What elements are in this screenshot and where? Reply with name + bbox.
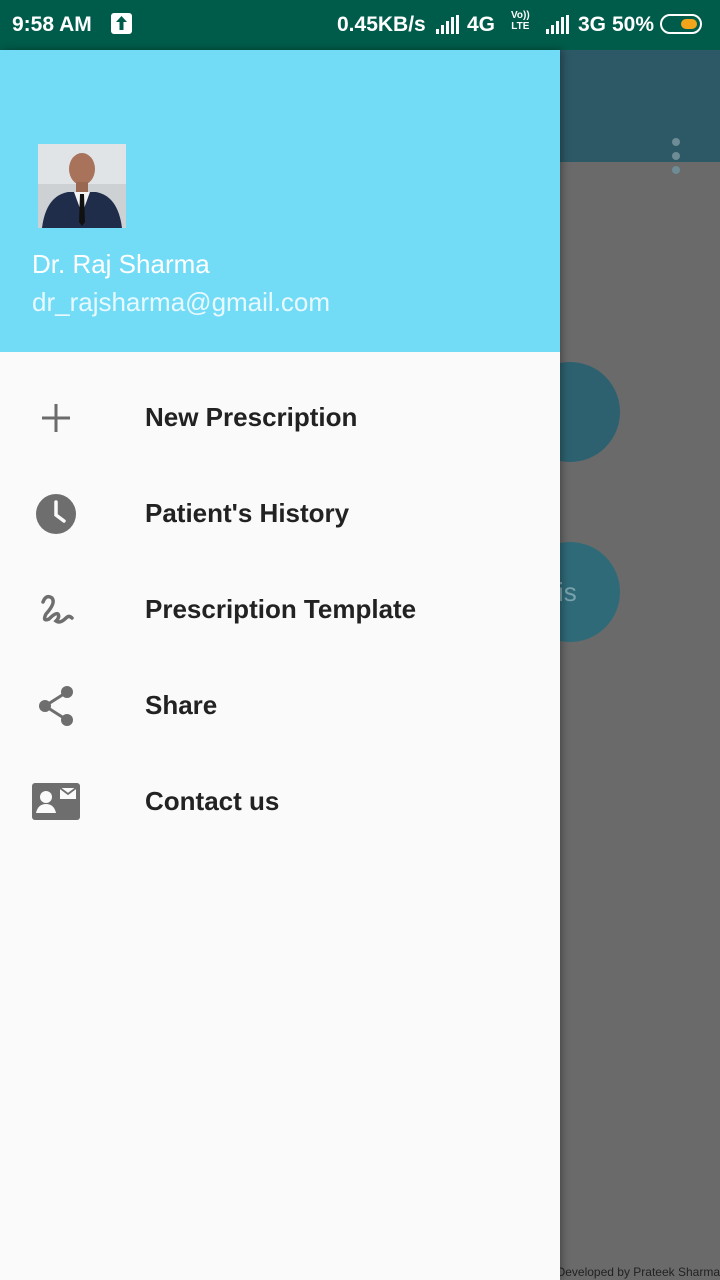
drawer-header: Dr. Raj Sharma dr_rajsharma@gmail.com bbox=[0, 50, 560, 352]
status-time: 9:58 AM bbox=[12, 13, 92, 36]
menu-item-contact-us[interactable]: Contact us bbox=[0, 754, 560, 850]
navigation-drawer: Dr. Raj Sharma dr_rajsharma@gmail.com Ne… bbox=[0, 50, 560, 1280]
drawer-menu: New Prescription Patient's History Presc… bbox=[0, 370, 560, 850]
volte-icon: Vo)) LTE bbox=[511, 10, 530, 32]
menu-item-label: Contact us bbox=[145, 786, 280, 816]
signal-icon bbox=[546, 15, 569, 34]
plus-icon bbox=[32, 394, 80, 442]
avatar[interactable] bbox=[38, 144, 126, 228]
menu-item-label: New Prescription bbox=[145, 402, 358, 432]
menu-item-label: Prescription Template bbox=[145, 594, 417, 624]
share-icon bbox=[32, 682, 80, 730]
menu-item-label: Share bbox=[145, 690, 218, 720]
battery-icon bbox=[660, 14, 702, 34]
network-type-2: 3G bbox=[578, 13, 607, 36]
user-email: dr_rajsharma@gmail.com bbox=[32, 287, 331, 317]
overflow-menu-icon[interactable] bbox=[668, 138, 684, 174]
developer-credit: Developed by Prateek Sharma bbox=[556, 1265, 720, 1279]
menu-item-share[interactable]: Share bbox=[0, 658, 560, 754]
battery-percent: 50% bbox=[612, 13, 655, 36]
contact-card-icon bbox=[32, 778, 80, 826]
signal-icon bbox=[436, 15, 459, 34]
user-name: Dr. Raj Sharma bbox=[32, 249, 210, 279]
network-speed: 0.45KB/s bbox=[337, 13, 426, 36]
status-bar: 9:58 AM 0.45KB/s 4G Vo)) LTE 3G 50% bbox=[0, 0, 720, 50]
menu-item-label: Patient's History bbox=[145, 498, 350, 528]
menu-item-patients-history[interactable]: Patient's History bbox=[0, 466, 560, 562]
network-type-1: 4G bbox=[467, 13, 496, 36]
upload-icon bbox=[111, 13, 132, 34]
clock-icon bbox=[32, 490, 80, 538]
signature-icon bbox=[32, 586, 80, 634]
menu-item-new-prescription[interactable]: New Prescription bbox=[0, 370, 560, 466]
menu-item-prescription-template[interactable]: Prescription Template bbox=[0, 562, 560, 658]
